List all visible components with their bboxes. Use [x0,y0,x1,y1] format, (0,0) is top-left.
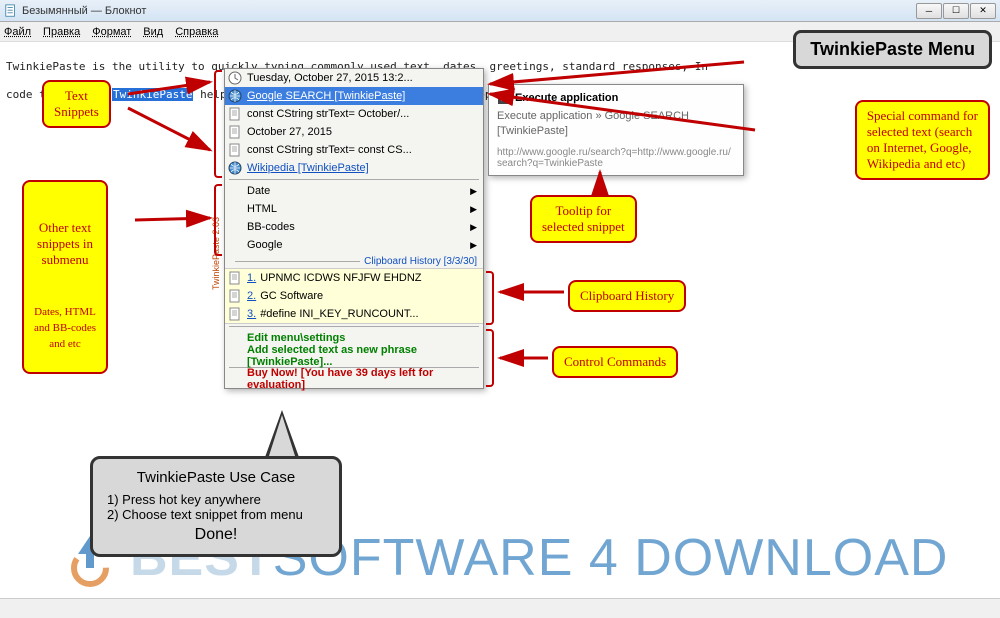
submenu-item-html[interactable]: HTML ▶ [225,200,483,218]
menu-help[interactable]: Справка [175,26,218,38]
page-icon [228,107,242,121]
menu-edit[interactable]: Правка [43,26,80,38]
submenu-label: Date [247,185,270,197]
menu-item-label: Wikipedia [TwinkiePaste] [247,162,369,174]
clip-text: GC Software [260,290,323,302]
page-icon [228,271,242,285]
bracket-submenu [214,184,222,256]
page-icon [228,125,242,139]
twinkiepaste-menu: TwinkiePaste 2.03 Tuesday, October 27, 2… [224,68,484,389]
globe-icon [228,89,242,103]
maximize-button[interactable]: ☐ [943,3,969,19]
page-icon [228,143,242,157]
chevron-right-icon: ▶ [470,186,477,197]
submenu-item-google[interactable]: Google ▶ [225,236,483,254]
callout-clipboard-history: Clipboard History [568,280,686,312]
menu-item-2[interactable]: const CString strText= October/... [225,105,483,123]
clip-text: UPNMC ICDWS NFJFW EHDNZ [260,272,421,284]
separator [229,179,479,180]
page-icon [228,289,242,303]
submenu-label: BB-codes [247,221,295,233]
submenu-label: HTML [247,203,277,215]
add-selected-text[interactable]: Add selected text as new phrase [Twinkie… [225,347,483,365]
clipboard-item-2[interactable]: 3. #define INI_KEY_RUNCOUNT... [225,305,483,323]
clip-number: 3. [247,308,256,320]
snippet-tooltip: Execute application Execute application … [488,84,744,176]
chevron-right-icon: ▶ [470,222,477,233]
close-button[interactable]: ✕ [970,3,996,19]
usecase-title: TwinkiePaste Use Case [107,469,325,486]
clipboard-section: 1. UPNMC ICDWS NFJFW EHDNZ 2. GC Software 3.… [225,268,483,324]
usecase-step1: 1) Press hot key anywhere [107,492,325,507]
callout-menu-title: TwinkiePaste Menu [793,30,992,69]
bracket-commands [486,329,494,387]
tooltip-body: Execute application » Google SEARCH [Twi… [497,109,735,139]
statusbar [0,598,1000,618]
callout-control-commands: Control Commands [552,346,678,378]
globe-icon [228,161,242,175]
execute-icon [497,91,511,105]
submenu-label: Google [247,239,282,251]
usecase-step2: 2) Choose text snippet from menu [107,507,325,522]
page-icon [228,307,242,321]
clipboard-item-0[interactable]: 1. UPNMC ICDWS NFJFW EHDNZ [225,269,483,287]
clipboard-item-1[interactable]: 2. GC Software [225,287,483,305]
clock-icon [228,71,242,85]
menu-item-label: Tuesday, October 27, 2015 13:2... [247,72,413,84]
separator [229,326,479,327]
bracket-snippets [214,70,222,178]
menu-view[interactable]: Вид [143,26,163,38]
callout-other-snippets: Other text snippets in submenu Dates, HT… [22,180,108,374]
tooltip-header: Execute application [497,91,735,105]
menu-item-1[interactable]: Google SEARCH [TwinkiePaste] [225,87,483,105]
menu-item-label: const CString strText= const CS... [247,144,412,156]
submenu-item-date[interactable]: Date ▶ [225,182,483,200]
menu-format[interactable]: Формат [92,26,131,38]
menu-item-label: October 27, 2015 [247,126,332,138]
window-controls: ─ ☐ ✕ [916,3,996,19]
callout-tooltip: Tooltip for selected snippet [530,195,637,243]
clip-number: 1. [247,272,256,284]
callout-text-snippets: Text Snippets [42,80,111,128]
menu-file[interactable]: Файл [4,26,31,38]
clip-number: 2. [247,290,256,302]
notepad-icon [4,4,18,18]
usecase-box: TwinkiePaste Use Case 1) Press hot key a… [90,456,342,557]
clip-text: #define INI_KEY_RUNCOUNT... [260,308,418,320]
menu-item-label: Google SEARCH [TwinkiePaste] [247,90,405,102]
clipboard-history-header: Clipboard History [3/3/30] [225,254,483,268]
menu-item-label: const CString strText= October/... [247,108,409,120]
titlebar: Безымянный — Блокнот ─ ☐ ✕ [0,0,1000,22]
chevron-right-icon: ▶ [470,240,477,251]
window-title: Безымянный — Блокнот [22,5,916,17]
editor-selection: TwinkiePaste [112,88,193,101]
chevron-right-icon: ▶ [470,204,477,215]
callout-special-command: Special command for selected text (searc… [855,100,990,180]
minimize-button[interactable]: ─ [916,3,942,19]
usecase-done: Done! [107,526,325,544]
menu-item-5[interactable]: Wikipedia [TwinkiePaste] [225,159,483,177]
submenu-item-bb-codes[interactable]: BB-codes ▶ [225,218,483,236]
menu-item-0[interactable]: Tuesday, October 27, 2015 13:2... [225,69,483,87]
bracket-clipboard [486,271,494,325]
tooltip-url: http://www.google.ru/search?q=http://www… [497,147,735,169]
buy-now[interactable]: Buy Now! [You have 39 days left for eval… [225,370,483,388]
usecase-pointer [264,410,300,460]
menu-item-4[interactable]: const CString strText= const CS... [225,141,483,159]
menu-item-3[interactable]: October 27, 2015 [225,123,483,141]
